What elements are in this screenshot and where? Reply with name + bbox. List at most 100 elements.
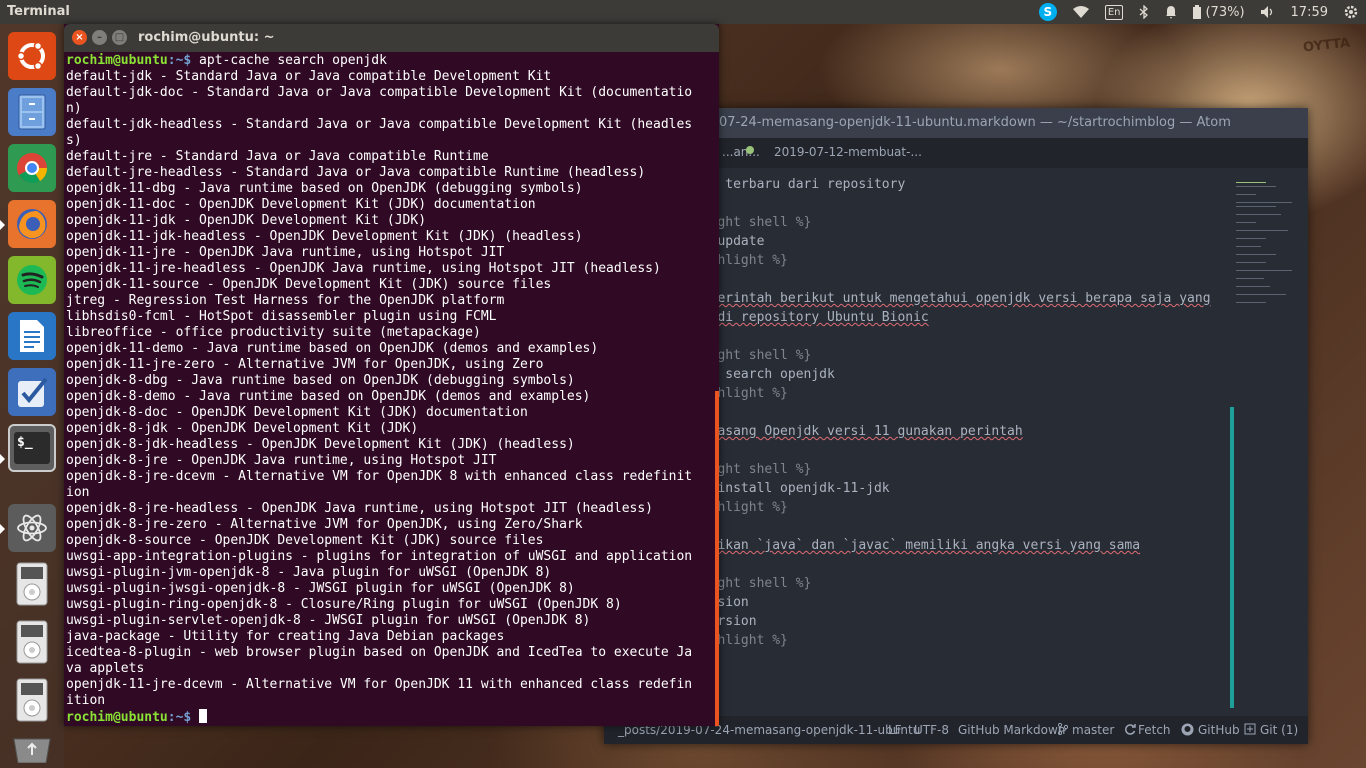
output-line: ition xyxy=(66,693,106,708)
terminal-output[interactable]: rochim@ubuntu:~$ apt-cache search openjd… xyxy=(66,53,706,726)
prompt-path: :~$ xyxy=(167,710,192,725)
output-line: default-jdk-headless - Standard Java or … xyxy=(66,117,693,132)
firefox-icon[interactable] xyxy=(8,200,56,248)
terminal-window-title: rochim@ubuntu: ~ xyxy=(138,30,275,45)
output-line: openjdk-11-demo - Java runtime based on … xyxy=(66,341,599,356)
active-app-title: Terminal xyxy=(7,4,70,19)
atom-tab-membuat[interactable]: 2019-07-12-membuat-... xyxy=(774,145,922,159)
volume-icon[interactable] xyxy=(1253,0,1283,24)
output-line: uwsgi-plugin-jwsgi-openjdk-8 - JWSGI plu… xyxy=(66,581,575,596)
output-line: openjdk-8-dbg - Java runtime based on Op… xyxy=(66,373,575,388)
output-line: default-jre-headless - Standard Java or … xyxy=(66,165,646,180)
github-icon xyxy=(1181,723,1194,739)
status-line-ending[interactable]: LF xyxy=(888,723,902,737)
battery-indicator[interactable]: (73%) xyxy=(1185,0,1252,24)
atom-window-title: 07-24-memasang-openjdk-11-ubuntu.markdow… xyxy=(719,115,1231,130)
media-player-icon[interactable] xyxy=(8,676,56,724)
tasks-checkmark-icon[interactable] xyxy=(8,368,56,416)
output-line: uwsgi-plugin-jvm-openjdk-8 - Java plugin… xyxy=(66,565,552,580)
output-line: openjdk-11-source - OpenJDK Development … xyxy=(66,277,552,292)
close-icon[interactable]: × xyxy=(72,30,87,45)
terminal-scrollbar[interactable] xyxy=(715,391,719,726)
output-line: openjdk-8-jre - OpenJDK Java runtime, us… xyxy=(66,453,497,468)
editor-line: Lalu pastikan `java` dan `javac` memilik… xyxy=(647,538,1141,553)
output-line: openjdk-8-doc - OpenJDK Development Kit … xyxy=(66,405,528,420)
top-panel: Terminal S En (73%) 17:59 xyxy=(0,0,1366,24)
maximize-icon[interactable]: □ xyxy=(112,30,127,45)
trash-icon[interactable] xyxy=(8,728,56,768)
atom-icon[interactable] xyxy=(8,504,56,552)
output-line: java-package - Utility for creating Java… xyxy=(66,629,505,644)
firefox-running-pip xyxy=(0,220,5,230)
status-git[interactable]: Git (1) xyxy=(1260,723,1298,737)
output-line: openjdk-8-source - OpenJDK Development K… xyxy=(66,533,544,548)
output-line: uwsgi-app-integration-plugins - plugins … xyxy=(66,549,693,564)
terminal-titlebar[interactable]: × – □ rochim@ubuntu: ~ xyxy=(64,24,719,52)
wifi-icon[interactable] xyxy=(1065,0,1097,24)
terminal-icon[interactable]: $_ xyxy=(8,424,56,472)
output-line: s) xyxy=(66,133,82,148)
editor-line: Gunakan perintah berikut untuk mengetahu… xyxy=(647,291,1211,306)
system-menu-gear-icon[interactable] xyxy=(1336,0,1366,24)
status-branch[interactable]: master xyxy=(1072,723,1114,737)
clock[interactable]: 17:59 xyxy=(1283,0,1336,24)
output-line: jtreg - Regression Test Harness for the … xyxy=(66,293,505,308)
notification-bell-icon[interactable] xyxy=(1157,0,1185,24)
bluetooth-icon[interactable] xyxy=(1131,0,1157,24)
atom-minimap[interactable] xyxy=(1236,180,1296,310)
status-encoding[interactable]: UTF-8 xyxy=(914,723,949,737)
output-line: openjdk-8-jre-zero - Alternative JVM for… xyxy=(66,517,583,532)
output-line: default-jdk - Standard Java or Java comp… xyxy=(66,69,552,84)
wallpaper-text: OYTTA xyxy=(1302,35,1351,56)
output-line: openjdk-11-jre-zero - Alternative JVM fo… xyxy=(66,357,544,372)
output-line: default-jre - Standard Java or Java comp… xyxy=(66,149,489,164)
atom-tab-active[interactable]: ...an... xyxy=(722,145,760,159)
ubuntu-dash-icon[interactable] xyxy=(8,32,56,80)
keyboard-layout-indicator[interactable]: En xyxy=(1097,0,1132,24)
output-line: ion xyxy=(66,485,90,500)
git-diff-gutter-marker xyxy=(1230,407,1234,708)
git-branch-icon xyxy=(1057,722,1069,738)
status-github[interactable]: GitHub xyxy=(1198,723,1240,737)
media-player-icon[interactable] xyxy=(8,618,56,666)
libreoffice-writer-icon[interactable] xyxy=(8,312,56,360)
git-diff-icon xyxy=(1244,723,1256,738)
command-output: default-jdk - Standard Java or Java comp… xyxy=(66,69,706,709)
typed-command: apt-cache search openjdk xyxy=(191,53,387,68)
command-line: rochim@ubuntu:~$ apt-cache search openjd… xyxy=(66,53,706,69)
files-cabinet-icon[interactable] xyxy=(8,88,56,136)
system-tray: S En (73%) 17:59 xyxy=(1031,0,1366,24)
spotify-icon[interactable] xyxy=(8,256,56,304)
output-line: libhsdis0-fcml - HotSpot disassembler pl… xyxy=(66,309,497,324)
output-line: openjdk-11-jdk - OpenJDK Development Kit… xyxy=(66,213,427,228)
output-line: openjdk-8-jdk - OpenJDK Development Kit … xyxy=(66,421,419,436)
terminal-window: × – □ rochim@ubuntu: ~ rochim@ubuntu:~$ … xyxy=(64,24,719,726)
output-line: openjdk-8-jre-headless - OpenJDK Java ru… xyxy=(66,501,653,516)
output-line: openjdk-11-dbg - Java runtime based on O… xyxy=(66,181,583,196)
prompt-user: rochim@ubuntu xyxy=(66,710,168,725)
output-line: openjdk-11-doc - OpenJDK Development Kit… xyxy=(66,197,536,212)
skype-tray-icon[interactable]: S xyxy=(1031,0,1065,24)
status-grammar[interactable]: GitHub Markdown xyxy=(958,723,1065,737)
output-line: default-jdk-doc - Standard Java or Java … xyxy=(66,85,693,100)
atom-running-pip xyxy=(0,524,5,534)
media-player-icon[interactable] xyxy=(8,560,56,608)
battery-percentage: (73%) xyxy=(1205,4,1245,20)
fetch-sync-icon xyxy=(1124,723,1136,738)
output-line: libreoffice - office productivity suite … xyxy=(66,325,481,340)
output-line: openjdk-11-jdk-headless - OpenJDK Develo… xyxy=(66,229,583,244)
output-line: openjdk-11-jre - OpenJDK Java runtime, u… xyxy=(66,245,505,260)
output-line: va applets xyxy=(66,661,145,676)
output-line: n) xyxy=(66,101,82,116)
output-line: openjdk-11-jre-dcevm - Alternative VM fo… xyxy=(66,677,693,692)
output-line: icedtea-8-plugin - web browser plugin ba… xyxy=(66,645,693,660)
prompt-user: rochim@ubuntu xyxy=(66,53,168,68)
modified-dot-icon xyxy=(746,146,754,154)
minimize-icon[interactable]: – xyxy=(92,30,107,45)
output-line: openjdk-11-jre-headless - OpenJDK Java r… xyxy=(66,261,661,276)
current-prompt-line[interactable]: rochim@ubuntu:~$ xyxy=(66,709,706,726)
chrome-icon[interactable] xyxy=(8,144,56,192)
terminal-cursor xyxy=(199,709,208,723)
prompt-path: :~$ xyxy=(167,53,192,68)
status-fetch[interactable]: Fetch xyxy=(1138,723,1171,737)
